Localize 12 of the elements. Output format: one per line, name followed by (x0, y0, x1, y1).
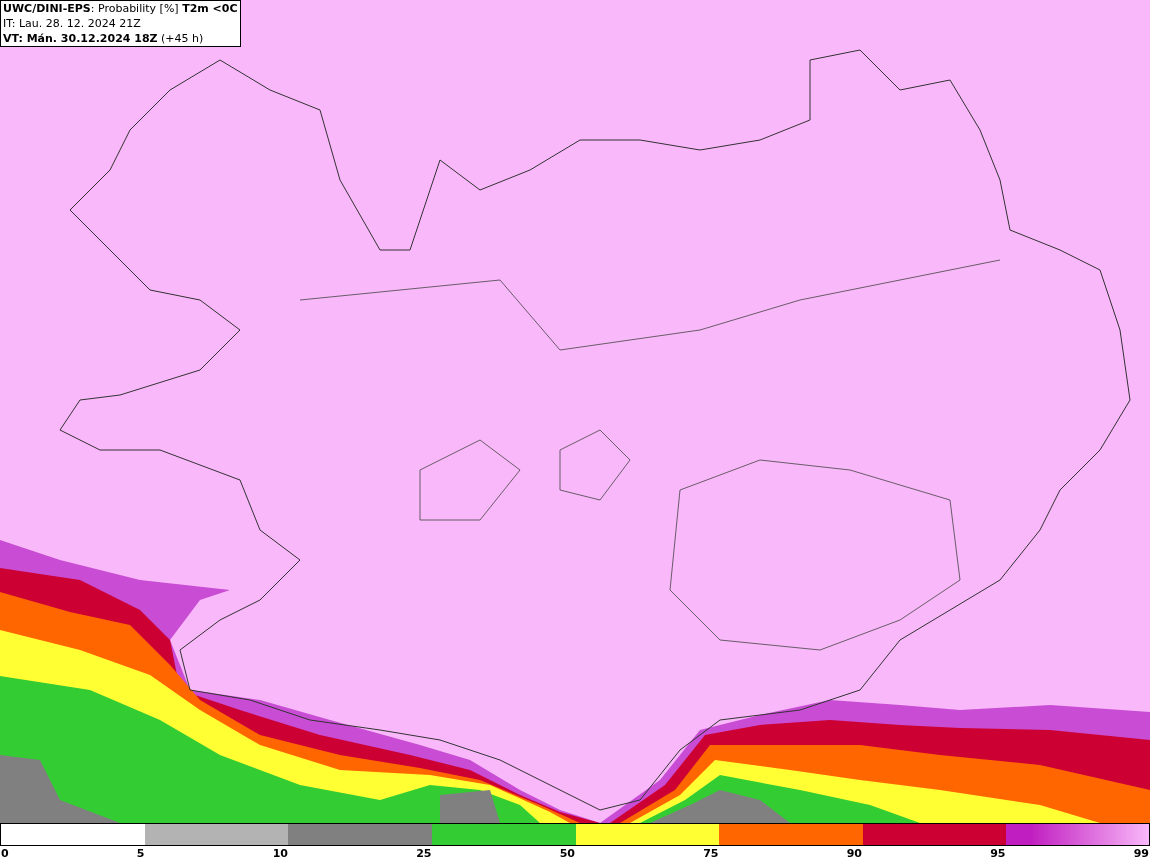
legend-label: 50 (559, 846, 575, 862)
valid-time: VT: Mán. 30.12.2024 18Z (+45 h) (3, 31, 204, 46)
legend-label: 5 (136, 846, 145, 862)
legend-label: 25 (416, 846, 432, 862)
legend-label: 75 (703, 846, 719, 862)
issue-time: IT: Lau. 28. 12. 2024 21Z (3, 16, 141, 31)
map-title: UWC/DINI-EPS: Probability [%] T2m <0C (3, 1, 238, 16)
legend-label: 90 (846, 846, 862, 862)
legend-label: 0 (1, 846, 9, 862)
legend-label: 95 (990, 846, 1006, 862)
legend-label: 10 (272, 846, 288, 862)
legend-label: 99 (1133, 846, 1149, 862)
